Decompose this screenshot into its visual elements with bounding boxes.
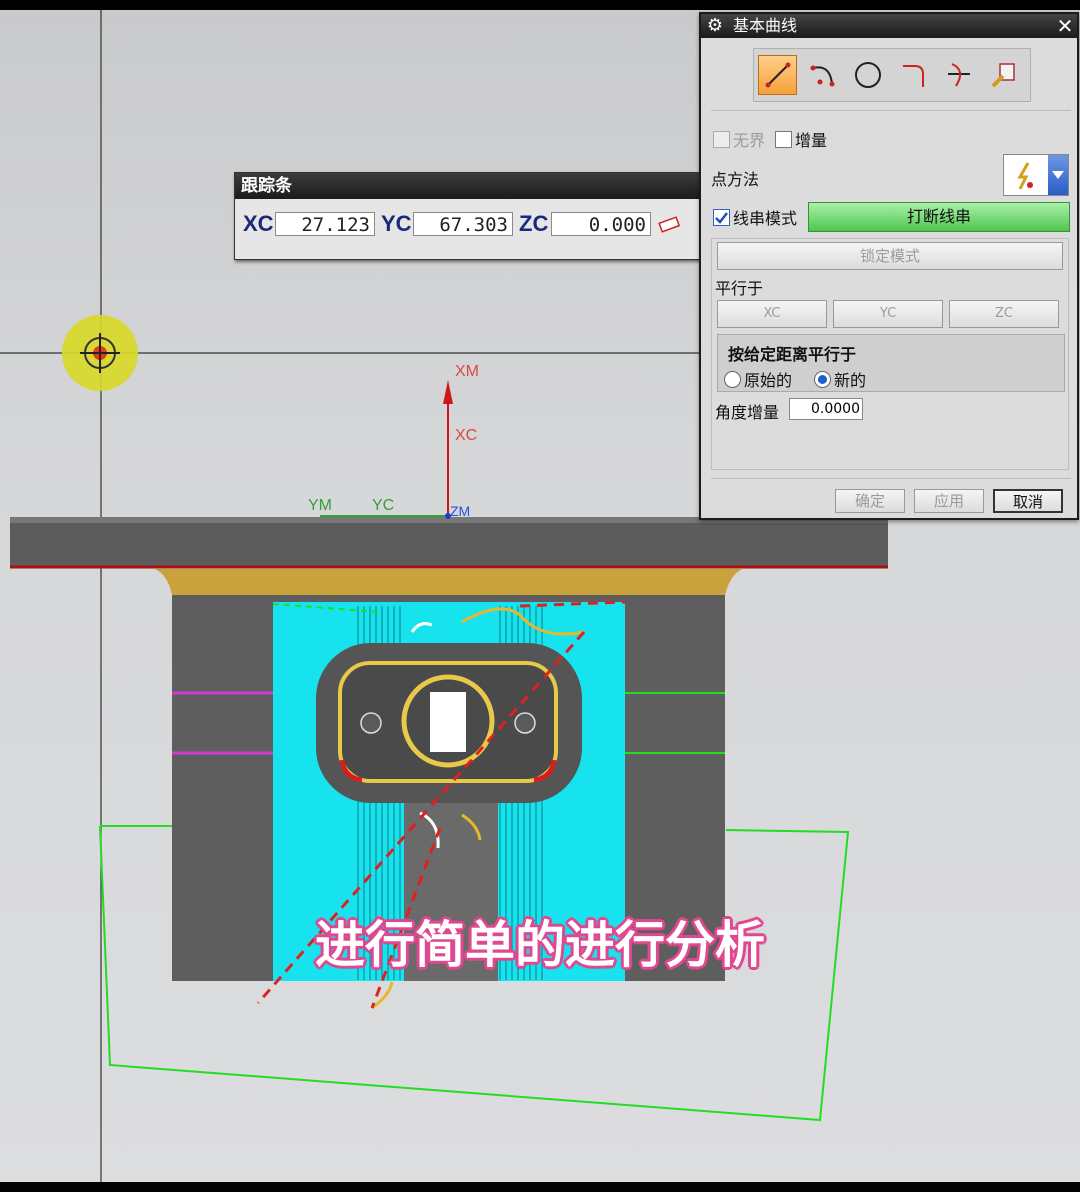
- graphics-viewport[interactable]: XM XC YM YC ZM 跟踪条 XC 27.123 YC 67.303 Z…: [0, 10, 1080, 1182]
- new-radio-dot[interactable]: [814, 370, 831, 388]
- through-hole: [430, 692, 466, 752]
- zc-input[interactable]: 0.000: [551, 212, 651, 236]
- xc-label: XC: [243, 211, 274, 236]
- gold-fillet: [155, 569, 742, 595]
- increment-checkbox[interactable]: 增量: [775, 127, 827, 151]
- cancel-button[interactable]: 取消: [993, 489, 1063, 513]
- inferred-point-icon: [1017, 162, 1033, 190]
- trim-icon[interactable]: [939, 55, 978, 95]
- edit-curve-params-icon[interactable]: [985, 55, 1024, 95]
- fillet-icon[interactable]: [894, 55, 933, 95]
- dialog-titlebar[interactable]: ⚙ 基本曲线 ✕: [701, 14, 1077, 38]
- string-mode-box[interactable]: [713, 208, 730, 226]
- close-icon[interactable]: ✕: [1055, 16, 1075, 36]
- yc-label: YC: [381, 211, 412, 236]
- pin-hole-left: [360, 712, 382, 734]
- point-method-label: 点方法: [711, 170, 760, 189]
- parallel-yc-button[interactable]: YC: [833, 300, 943, 328]
- string-mode-label: 线串模式: [733, 209, 798, 228]
- tracking-bar[interactable]: 跟踪条 XC 27.123 YC 67.303 ZC 0.000: [234, 172, 706, 260]
- curve-type-toolbar: [753, 48, 1031, 102]
- dialog-title: 基本曲线: [733, 16, 798, 35]
- tracking-bar-title: 跟踪条: [235, 173, 705, 199]
- lock-mode-button[interactable]: 锁定模式: [717, 242, 1063, 270]
- string-mode-checkbox[interactable]: 线串模式: [713, 205, 797, 229]
- chevron-down-icon[interactable]: [1048, 155, 1068, 195]
- pin-hole-right: [514, 712, 536, 734]
- xc-axis-label: XC: [455, 427, 477, 444]
- top-plate[interactable]: [10, 517, 888, 567]
- parallel-zc-button[interactable]: ZC: [949, 300, 1059, 328]
- unbounded-box[interactable]: [713, 130, 730, 148]
- increment-label: 增量: [795, 131, 828, 150]
- yc-input[interactable]: 67.303: [413, 212, 513, 236]
- original-radio[interactable]: 原始的: [724, 367, 792, 391]
- eraser-icon[interactable]: [657, 213, 681, 235]
- tracking-bar-coords: XC 27.123 YC 67.303 ZC 0.000: [243, 210, 681, 238]
- ym-axis-label: YM: [308, 497, 332, 514]
- xc-input[interactable]: 27.123: [275, 212, 375, 236]
- circle-icon[interactable]: [849, 55, 888, 95]
- break-string-button[interactable]: 打断线串: [808, 202, 1070, 232]
- new-radio[interactable]: 新的: [814, 367, 866, 391]
- unbounded-label: 无界: [733, 131, 766, 150]
- ok-button[interactable]: 确定: [835, 489, 905, 513]
- parallel-xc-button[interactable]: XC: [717, 300, 827, 328]
- basic-curves-dialog[interactable]: ⚙ 基本曲线 ✕ 无界 增量 点方法 线串模式 打断线串 锁定模式 平行于 XC…: [699, 12, 1079, 520]
- original-label: 原始的: [744, 371, 793, 390]
- xm-axis-label: XM: [455, 363, 479, 380]
- unbounded-checkbox[interactable]: 无界: [713, 127, 765, 151]
- new-label: 新的: [834, 371, 867, 390]
- angle-increment-label: 角度增量: [715, 403, 780, 422]
- yc-axis-label: YC: [372, 497, 394, 514]
- point-method-dropdown[interactable]: [1003, 154, 1069, 196]
- angle-increment-input[interactable]: 0.0000: [789, 398, 863, 420]
- zc-label: ZC: [519, 211, 549, 236]
- parallel-distance-group: 按给定距离平行于 原始的 新的: [717, 334, 1065, 392]
- video-subtitle: 进行简单的进行分析: [315, 916, 765, 974]
- line-icon[interactable]: [758, 55, 798, 95]
- zm-axis-label: ZM: [450, 503, 470, 519]
- gear-icon[interactable]: ⚙: [705, 16, 725, 36]
- parallel-distance-title: 按给定距离平行于: [728, 345, 857, 364]
- arc-icon[interactable]: [803, 55, 842, 95]
- apply-button[interactable]: 应用: [914, 489, 984, 513]
- increment-box[interactable]: [775, 130, 792, 148]
- xc-axis-arrow: [443, 380, 453, 404]
- original-radio-dot[interactable]: [724, 370, 741, 388]
- parallel-to-label: 平行于: [715, 279, 764, 298]
